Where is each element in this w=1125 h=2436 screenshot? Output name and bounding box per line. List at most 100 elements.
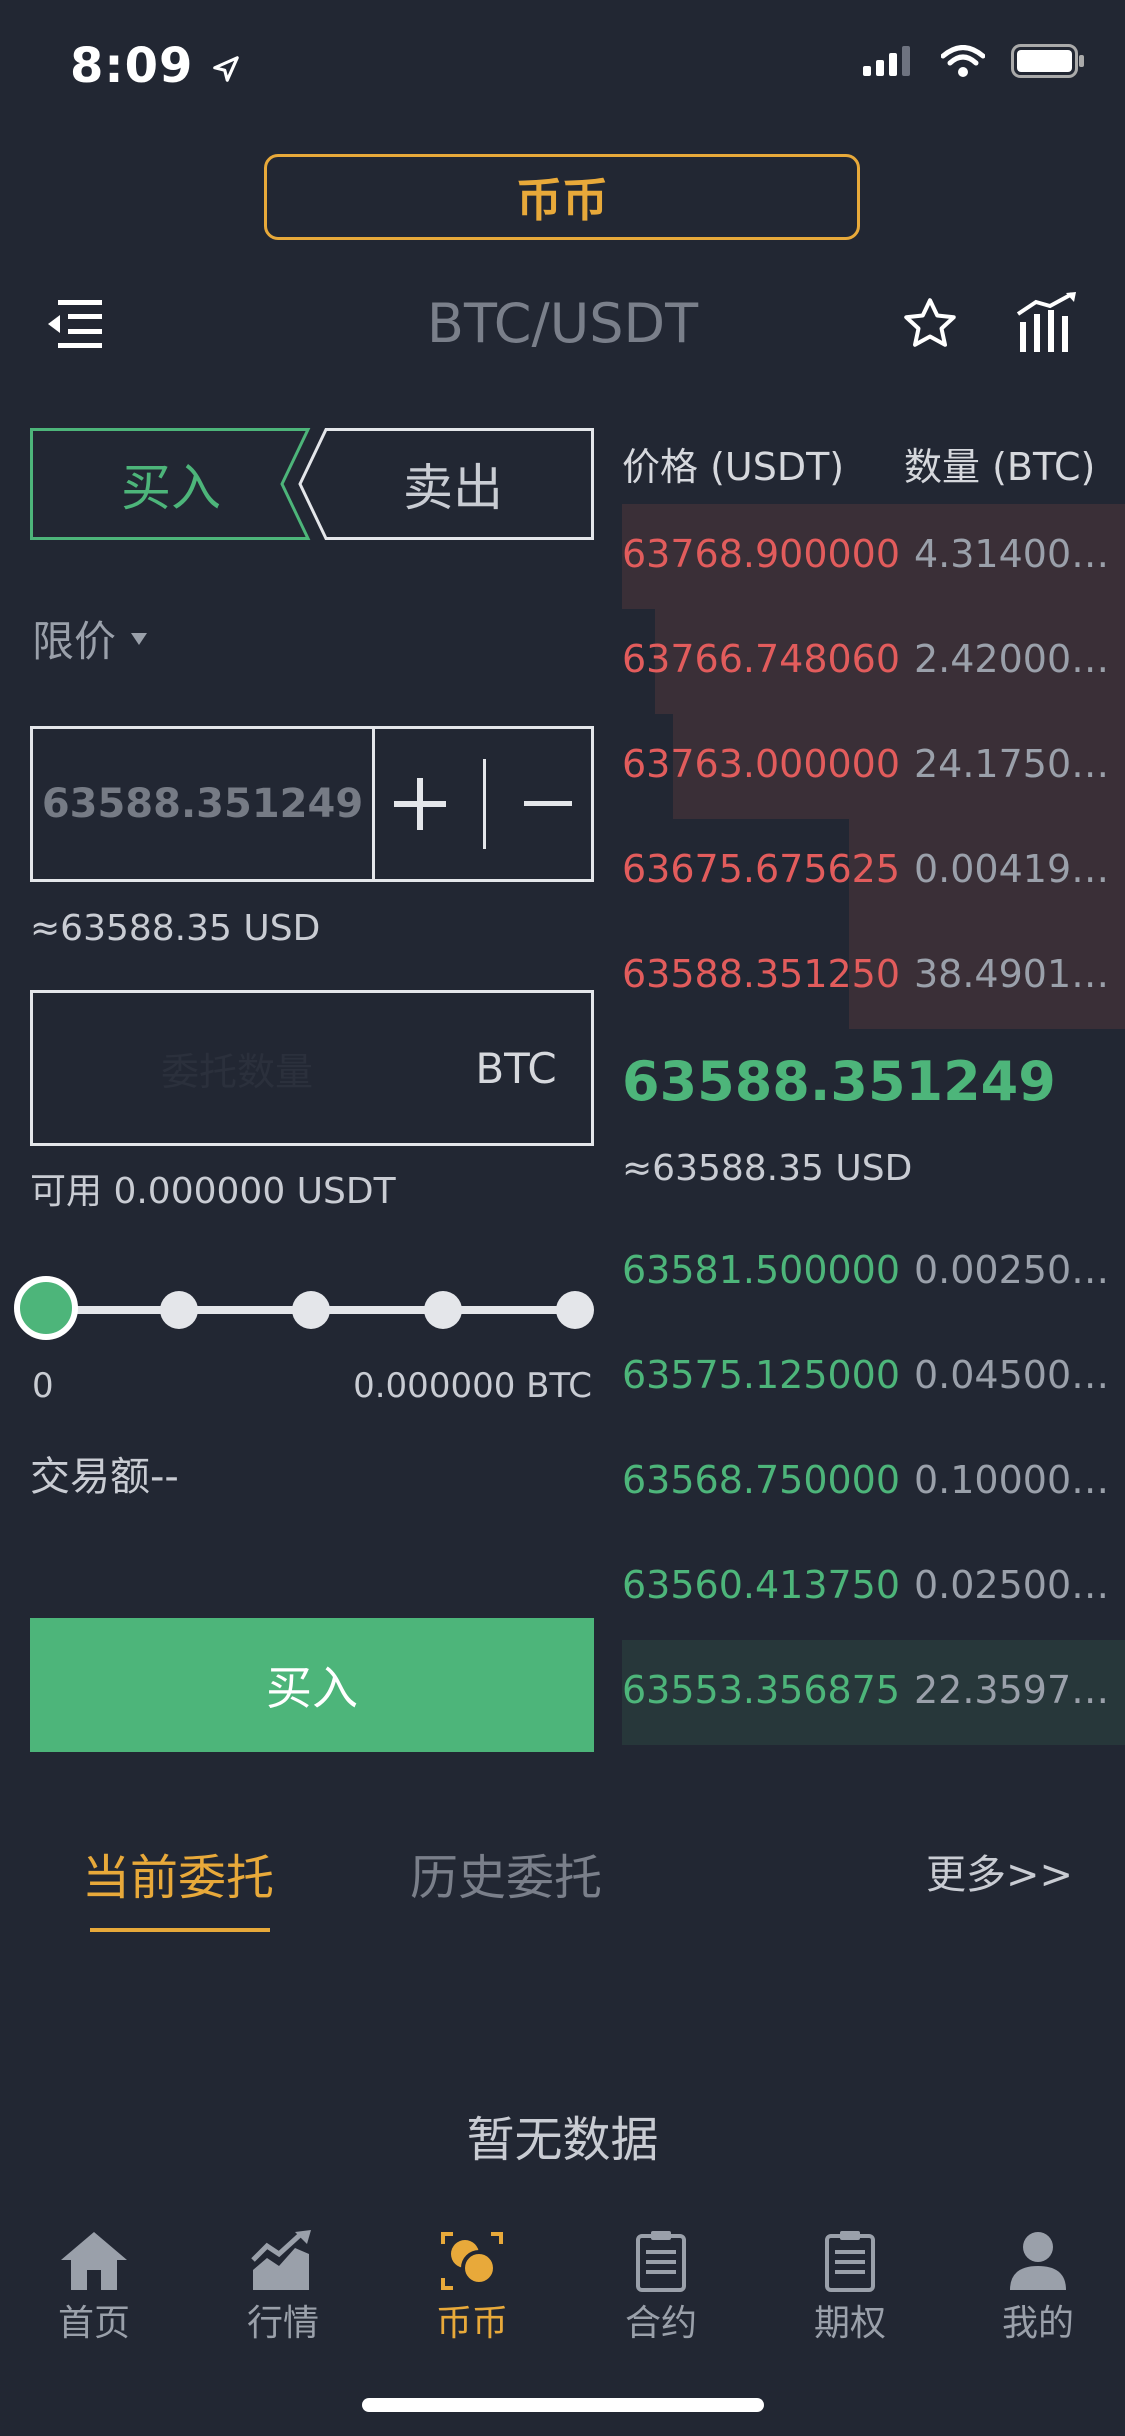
bid-qty: 0.10000… bbox=[914, 1458, 1110, 1502]
contract-icon bbox=[636, 2231, 686, 2292]
sell-tab[interactable]: 卖出 bbox=[312, 428, 594, 540]
profile-icon bbox=[1010, 2232, 1066, 2290]
price-stepper bbox=[375, 729, 591, 879]
nav-label: 首页 bbox=[57, 2303, 130, 2344]
bid-row[interactable]: 63568.750000 0.10000… bbox=[622, 1430, 1125, 1535]
bid-price: 63553.356875 bbox=[622, 1668, 901, 1712]
wifi-icon bbox=[941, 45, 985, 77]
available-balance: 可用 0.000000 USDT bbox=[30, 1171, 396, 1212]
home-icon bbox=[61, 2232, 127, 2290]
tab-active-indicator bbox=[90, 1928, 270, 1932]
buy-tab-label: 买入 bbox=[121, 459, 221, 517]
ask-qty: 38.4901… bbox=[914, 952, 1110, 996]
tab-history-orders[interactable]: 历史委托 bbox=[410, 1838, 602, 1908]
options-icon bbox=[825, 2231, 875, 2292]
buy-sell-toggle: 买入 卖出 bbox=[30, 428, 594, 540]
sell-tab-label: 卖出 bbox=[403, 459, 503, 517]
nav-label: 行情 bbox=[246, 2303, 319, 2344]
price-input-value: 63588.351249 bbox=[41, 781, 364, 827]
bid-row[interactable]: 63553.356875 22.3597… bbox=[622, 1640, 1125, 1745]
quantity-unit: BTC bbox=[475, 1043, 557, 1093]
bid-row[interactable]: 63560.413750 0.02500… bbox=[622, 1535, 1125, 1640]
mode-tab-coin[interactable]: 币币 bbox=[264, 154, 860, 240]
nav-item-market[interactable]: 行情 bbox=[213, 2230, 353, 2346]
slider-step-50[interactable] bbox=[292, 1291, 330, 1329]
bid-qty: 0.00250… bbox=[914, 1248, 1110, 1292]
ask-price: 63588.351250 bbox=[622, 952, 901, 996]
bid-row[interactable]: 63581.500000 0.00250… bbox=[622, 1220, 1125, 1325]
buy-submit-button[interactable]: 买入 bbox=[30, 1618, 594, 1752]
buy-submit-label: 买入 bbox=[266, 1661, 358, 1715]
bid-row[interactable]: 63575.125000 0.04500… bbox=[622, 1325, 1125, 1430]
quantity-placeholder: 委托数量 bbox=[160, 1049, 313, 1094]
slider-step-100[interactable] bbox=[556, 1291, 594, 1329]
nav-item-profile[interactable]: 我的 bbox=[968, 2230, 1108, 2346]
slider-max-label: 0.000000 BTC bbox=[353, 1366, 592, 1406]
bid-price: 63568.750000 bbox=[622, 1458, 901, 1502]
ask-qty: 4.31400… bbox=[914, 532, 1110, 576]
orderbook-qty-header: 数量 (BTC) bbox=[904, 445, 1096, 489]
amount-slider-thumb[interactable] bbox=[14, 1276, 78, 1340]
buy-tab[interactable]: 买入 bbox=[30, 428, 312, 540]
location-arrow-icon bbox=[213, 56, 239, 82]
nav-item-home[interactable]: 首页 bbox=[24, 2230, 164, 2346]
last-price-usd: ≈63588.35 USD bbox=[622, 1148, 913, 1189]
ask-row[interactable]: 63766.748060 2.42000… bbox=[622, 609, 1125, 714]
last-price: 63588.351249 bbox=[622, 1050, 1056, 1113]
bid-qty: 0.02500… bbox=[914, 1563, 1110, 1607]
trade-amount: 交易额-- bbox=[30, 1454, 179, 1500]
market-chart-icon bbox=[251, 2230, 311, 2290]
mode-tab-label: 币币 bbox=[516, 173, 608, 227]
nav-item-contract[interactable]: 合约 bbox=[591, 2230, 731, 2346]
nav-label: 我的 bbox=[1001, 2303, 1074, 2344]
ask-price: 63766.748060 bbox=[622, 637, 901, 681]
ask-price: 63763.000000 bbox=[622, 742, 901, 786]
ask-row[interactable]: 63768.900000 4.31400… bbox=[622, 504, 1125, 609]
nav-item-options[interactable]: 期权 bbox=[780, 2230, 920, 2346]
ask-price: 63675.675625 bbox=[622, 847, 901, 891]
signal-icon bbox=[863, 46, 910, 76]
price-approx-usd: ≈63588.35 USD bbox=[30, 908, 321, 949]
minus-icon[interactable] bbox=[524, 778, 573, 830]
battery-icon bbox=[1011, 44, 1084, 78]
caret-down-icon bbox=[131, 632, 148, 645]
status-time-text: 8:09 bbox=[70, 38, 194, 94]
kline-chart-icon[interactable] bbox=[1016, 292, 1080, 354]
bid-price: 63560.413750 bbox=[622, 1563, 901, 1607]
orderbook-price-header: 价格 (USDT) bbox=[622, 445, 845, 489]
slider-step-25[interactable] bbox=[160, 1291, 198, 1329]
more-orders-link[interactable]: 更多>> bbox=[926, 1842, 1073, 1900]
status-icons bbox=[863, 44, 1085, 78]
bid-qty: 22.3597… bbox=[914, 1668, 1110, 1712]
quantity-input-group: 委托数量 BTC bbox=[30, 990, 594, 1146]
nav-label: 合约 bbox=[624, 2303, 697, 2344]
price-input-group: 63588.351249 bbox=[30, 726, 594, 882]
order-type-select[interactable]: 限价 bbox=[32, 608, 148, 669]
ask-qty: 0.00419… bbox=[914, 847, 1110, 891]
bid-price: 63581.500000 bbox=[622, 1248, 901, 1292]
ask-row[interactable]: 63675.675625 0.00419… bbox=[622, 819, 1125, 924]
coin-trade-icon bbox=[441, 2232, 503, 2290]
order-type-label: 限价 bbox=[32, 617, 117, 666]
slider-step-75[interactable] bbox=[424, 1291, 462, 1329]
status-time: 8:09 bbox=[70, 38, 241, 94]
nav-label: 币币 bbox=[435, 2303, 508, 2344]
stepper-divider bbox=[483, 759, 487, 849]
quantity-input[interactable]: 委托数量 bbox=[33, 1041, 441, 1096]
bid-price: 63575.125000 bbox=[622, 1353, 901, 1397]
plus-icon[interactable] bbox=[393, 778, 446, 830]
price-input[interactable]: 63588.351249 bbox=[33, 729, 375, 879]
nav-item-coin[interactable]: 币币 bbox=[402, 2230, 542, 2346]
slider-min-label: 0 bbox=[32, 1366, 54, 1406]
favorite-star-icon[interactable] bbox=[900, 294, 960, 354]
home-indicator[interactable] bbox=[362, 2398, 764, 2412]
ask-row[interactable]: 63588.351250 38.4901… bbox=[622, 924, 1125, 1029]
nav-label: 期权 bbox=[813, 2303, 886, 2344]
ask-qty: 24.1750… bbox=[914, 742, 1110, 786]
tab-current-orders[interactable]: 当前委托 bbox=[82, 1838, 274, 1908]
ask-qty: 2.42000… bbox=[914, 637, 1110, 681]
empty-state: 暂无数据 bbox=[466, 2112, 659, 2168]
bid-qty: 0.04500… bbox=[914, 1353, 1110, 1397]
ask-row[interactable]: 63763.000000 24.1750… bbox=[622, 714, 1125, 819]
ask-price: 63768.900000 bbox=[622, 532, 901, 576]
